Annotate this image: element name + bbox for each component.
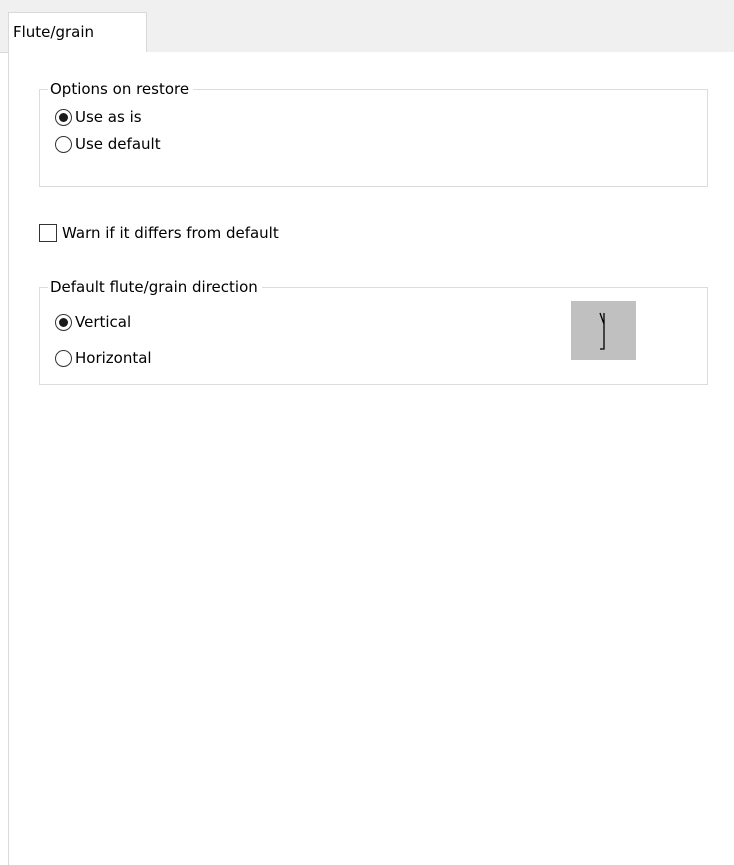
options-on-restore-group: Options on restore Use as is Use default [39, 79, 708, 187]
vertical-radio-button[interactable] [55, 313, 72, 331]
tab-strip: Flute/grain [0, 0, 734, 54]
use-as-is-radio[interactable]: Use as is [55, 104, 142, 130]
vertical-grain-arrow-icon [599, 312, 605, 350]
grain-direction-preview [571, 301, 636, 360]
warn-if-differs-label: Warn if it differs from default [62, 224, 279, 242]
use-default-radio[interactable]: Use default [55, 131, 161, 157]
tab-flute-grain-label: Flute/grain [13, 23, 95, 41]
use-default-radio-button[interactable] [55, 135, 72, 153]
horizontal-radio-button[interactable] [55, 349, 72, 367]
horizontal-radio[interactable]: Horizontal [55, 345, 152, 371]
options-on-restore-legend: Options on restore [48, 79, 194, 99]
use-as-is-radio-button[interactable] [55, 108, 72, 126]
vertical-label: Vertical [75, 313, 132, 331]
vertical-radio[interactable]: Vertical [55, 309, 131, 335]
use-default-label: Use default [75, 135, 161, 153]
default-direction-legend: Default flute/grain direction [48, 277, 262, 297]
tab-panel-flute-grain: Options on restore Use as is Use default… [8, 52, 734, 865]
warn-if-differs-checkbox-box[interactable] [39, 224, 57, 242]
tab-flute-grain[interactable]: Flute/grain [8, 12, 147, 54]
use-as-is-label: Use as is [75, 108, 142, 126]
horizontal-label: Horizontal [75, 349, 152, 367]
warn-if-differs-checkbox[interactable]: Warn if it differs from default [39, 220, 279, 246]
